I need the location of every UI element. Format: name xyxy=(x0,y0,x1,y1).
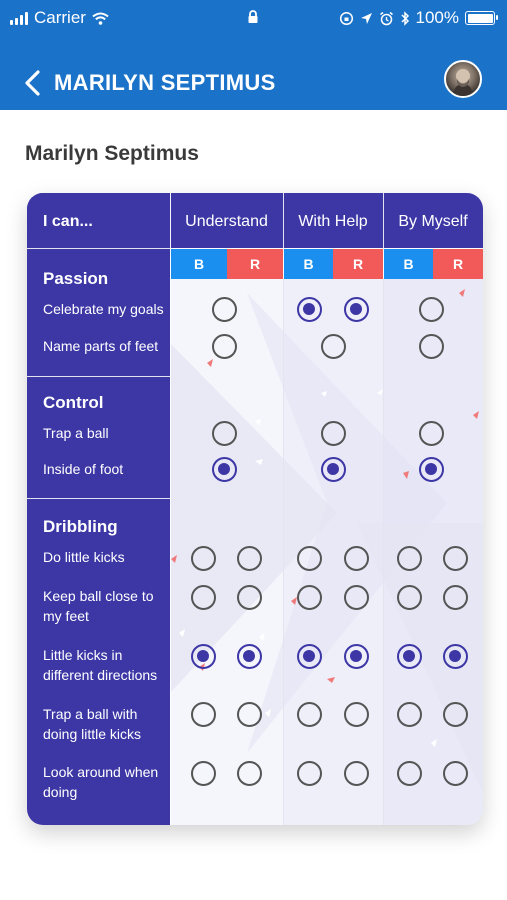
app-header: Carrier 100% MARILYN SEPTIMUS xyxy=(0,0,507,110)
skill-radio-understand[interactable] xyxy=(211,420,237,446)
skill-radio-understand-r[interactable] xyxy=(236,545,262,571)
skill-radio-with-help-r[interactable] xyxy=(343,584,369,610)
skill-radio-by-myself-b[interactable] xyxy=(396,701,422,727)
skill-radio-understand[interactable] xyxy=(211,333,237,359)
skill-radio-understand-r[interactable] xyxy=(236,760,262,786)
skill-radio-understand-r[interactable] xyxy=(236,701,262,727)
skill-radio-with-help[interactable] xyxy=(320,420,346,446)
skill-radio-by-myself-b[interactable] xyxy=(396,643,422,669)
skill-radio-understand-b[interactable] xyxy=(190,584,216,610)
section-title-control: Control xyxy=(43,393,104,412)
b-badge: B xyxy=(384,249,433,279)
skill-radio-with-help[interactable] xyxy=(320,333,346,359)
skill-label: Inside of foot xyxy=(43,461,124,477)
r-badge: R xyxy=(227,249,283,279)
column-divider xyxy=(283,279,284,825)
skill-label: Name parts of feet xyxy=(43,338,159,354)
skill-radio-with-help-b[interactable] xyxy=(296,760,322,786)
wifi-icon xyxy=(92,12,109,25)
skill-radio-with-help-b[interactable] xyxy=(296,296,322,322)
corner-label: I can... xyxy=(43,213,93,230)
skill-radio-by-myself-r[interactable] xyxy=(442,643,468,669)
skill-radio-with-help[interactable] xyxy=(320,456,346,482)
skill-radio-understand[interactable] xyxy=(211,456,237,482)
skill-radio-understand-b[interactable] xyxy=(190,643,216,669)
column-divider xyxy=(383,279,384,825)
skill-label: Do little kicks xyxy=(43,549,125,565)
skill-radio-by-myself-b[interactable] xyxy=(396,545,422,571)
skill-radio-by-myself[interactable] xyxy=(418,296,444,322)
skill-radio-with-help-r[interactable] xyxy=(343,643,369,669)
lock-icon xyxy=(248,10,258,23)
alarm-icon xyxy=(379,11,393,25)
skill-label: Look around when doing xyxy=(43,764,159,800)
skill-radio-by-myself-r[interactable] xyxy=(442,701,468,727)
battery-icon xyxy=(465,11,498,25)
skill-radio-with-help-r[interactable] xyxy=(343,701,369,727)
skill-radio-with-help-b[interactable] xyxy=(296,545,322,571)
orientation-lock-icon xyxy=(339,11,353,25)
skill-radio-understand[interactable] xyxy=(211,296,237,322)
page-title: Marilyn Septimus xyxy=(25,142,199,165)
r-badge: R xyxy=(333,249,383,279)
status-bar: Carrier 100% xyxy=(0,0,507,36)
status-right: 100% xyxy=(339,8,498,28)
battery-percent: 100% xyxy=(415,8,459,27)
chevron-left-icon xyxy=(25,70,40,96)
skill-radio-understand-b[interactable] xyxy=(190,760,216,786)
skill-radio-by-myself[interactable] xyxy=(418,333,444,359)
navigation-bar: MARILYN SEPTIMUS xyxy=(0,56,507,110)
skill-radio-by-myself-b[interactable] xyxy=(396,760,422,786)
skill-radio-with-help-r[interactable] xyxy=(343,296,369,322)
skill-radio-understand-r[interactable] xyxy=(236,584,262,610)
b-badge: B xyxy=(171,249,227,279)
r-badge: R xyxy=(433,249,483,279)
section-title-dribbling: Dribbling xyxy=(43,517,118,536)
bluetooth-icon xyxy=(400,10,409,26)
skill-label: Keep ball close to my feet xyxy=(43,588,154,624)
section-divider xyxy=(27,498,170,499)
skill-radio-with-help-b[interactable] xyxy=(296,643,322,669)
column-header-with-help: With Help xyxy=(298,213,368,230)
back-button[interactable] xyxy=(18,66,46,100)
skill-radio-by-myself-r[interactable] xyxy=(442,545,468,571)
skill-radio-by-myself-r[interactable] xyxy=(442,760,468,786)
skill-radio-with-help-b[interactable] xyxy=(296,701,322,727)
skill-radio-by-myself[interactable] xyxy=(418,456,444,482)
section-divider xyxy=(27,376,170,377)
b-badge: B xyxy=(284,249,333,279)
skills-table-card: I can... Understand With Help By Myself … xyxy=(27,193,483,825)
skill-radio-understand-b[interactable] xyxy=(190,701,216,727)
skill-label: Trap a ball xyxy=(43,425,109,441)
skill-radio-understand-r[interactable] xyxy=(236,643,262,669)
column-header-understand: Understand xyxy=(185,213,268,230)
column-header-by-myself: By Myself xyxy=(398,213,468,230)
skill-radio-understand-b[interactable] xyxy=(190,545,216,571)
skill-radio-with-help-r[interactable] xyxy=(343,760,369,786)
skill-radio-with-help-r[interactable] xyxy=(343,545,369,571)
status-left: Carrier xyxy=(10,8,109,28)
skill-label: Trap a ball with doing little kicks xyxy=(43,706,142,742)
skill-radio-with-help-b[interactable] xyxy=(296,584,322,610)
section-title-passion: Passion xyxy=(43,269,109,288)
avatar[interactable] xyxy=(444,60,482,98)
location-icon xyxy=(360,12,372,24)
nav-title: MARILYN SEPTIMUS xyxy=(54,70,276,95)
skill-radio-by-myself-r[interactable] xyxy=(442,584,468,610)
skill-label: Little kicks in different directions xyxy=(43,647,158,683)
user-avatar-image xyxy=(453,69,473,96)
carrier-label: Carrier xyxy=(34,8,86,27)
skill-label: Celebrate my goals xyxy=(43,301,164,317)
signal-icon xyxy=(10,11,28,25)
column-divider xyxy=(170,193,171,825)
skill-radio-by-myself[interactable] xyxy=(418,420,444,446)
skill-radio-by-myself-b[interactable] xyxy=(396,584,422,610)
